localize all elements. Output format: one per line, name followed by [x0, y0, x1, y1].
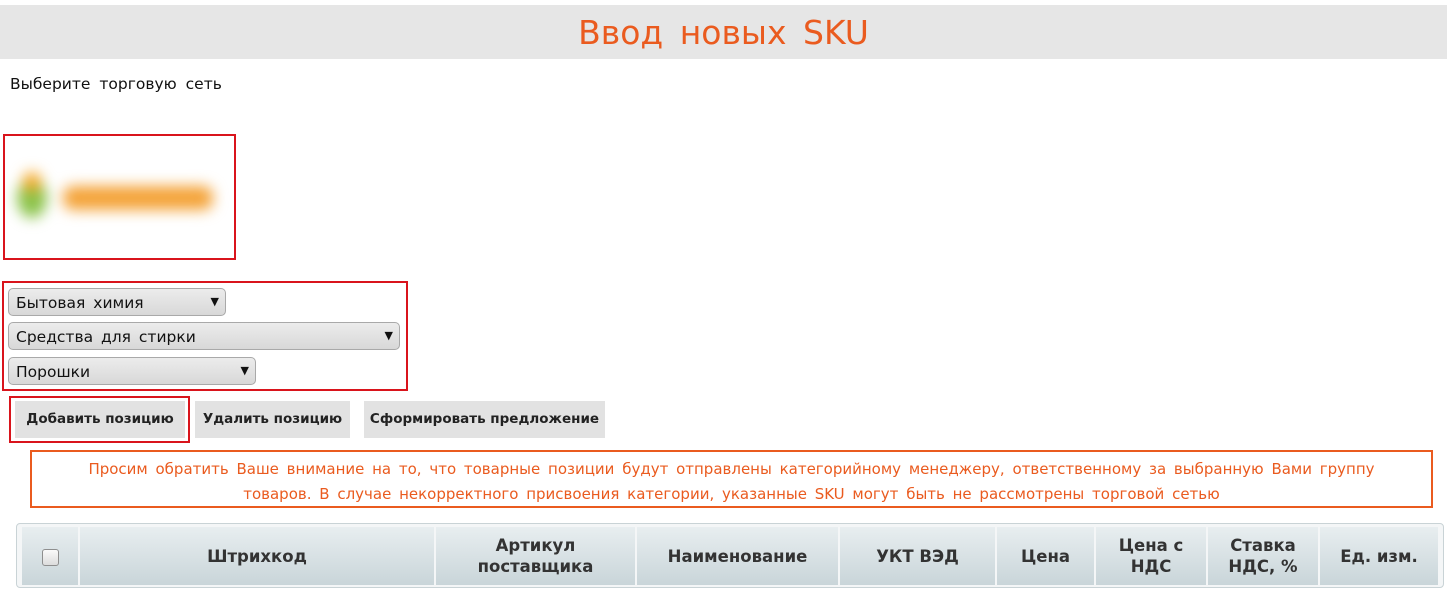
notice-line-1: Просим обратить Ваше внимание на то, что…: [88, 460, 1375, 478]
column-header-customs-code[interactable]: УКТ ВЭД: [840, 527, 995, 585]
dropdown-arrow-icon: ▼: [210, 295, 219, 308]
dropdown-arrow-icon: ▼: [384, 329, 393, 342]
sku-table-header: Штрихкод Артикул поставщика Наименование…: [20, 527, 1440, 585]
column-header-price-with-vat[interactable]: Цена с НДС: [1096, 527, 1206, 585]
column-header-price[interactable]: Цена: [997, 527, 1094, 585]
add-position-button[interactable]: Добавить позицию: [15, 401, 185, 438]
column-header-unit[interactable]: Ед. изм.: [1320, 527, 1438, 585]
create-offer-button[interactable]: Сформировать предложение: [364, 401, 605, 438]
delete-position-button[interactable]: Удалить позицию: [195, 401, 350, 438]
dropdown-arrow-icon: ▼: [240, 364, 249, 377]
page-title: Ввод новых SKU: [0, 5, 1447, 59]
category-notice: Просим обратить Ваше внимание на то, что…: [30, 450, 1433, 508]
category-select[interactable]: Бытовая химия ▼: [8, 288, 226, 316]
subcategory-select[interactable]: Средства для стирки ▼: [8, 322, 400, 350]
product-group-select-value: Порошки: [16, 363, 91, 381]
category-select-group: Бытовая химия ▼ Средства для стирки ▼ По…: [2, 281, 408, 391]
subcategory-select-value: Средства для стирки: [16, 328, 196, 346]
select-all-checkbox[interactable]: [41, 548, 59, 566]
product-group-select[interactable]: Порошки ▼: [8, 357, 256, 385]
column-header-supplier-sku[interactable]: Артикул поставщика: [436, 527, 635, 585]
retailer-logo-image: [13, 166, 223, 236]
column-header-vat-rate[interactable]: Ставка НДС, %: [1208, 527, 1318, 585]
select-all-cell: [22, 527, 78, 585]
category-select-value: Бытовая химия: [16, 294, 144, 312]
choose-retailer-label: Выберите торговую сеть: [10, 75, 222, 93]
notice-line-2: товаров. В случае некорректного присвоен…: [243, 485, 1220, 503]
column-header-barcode[interactable]: Штрихкод: [80, 527, 434, 585]
sku-table: Штрихкод Артикул поставщика Наименование…: [16, 523, 1444, 588]
retailer-logo-card[interactable]: [3, 134, 236, 260]
column-header-name[interactable]: Наименование: [637, 527, 838, 585]
